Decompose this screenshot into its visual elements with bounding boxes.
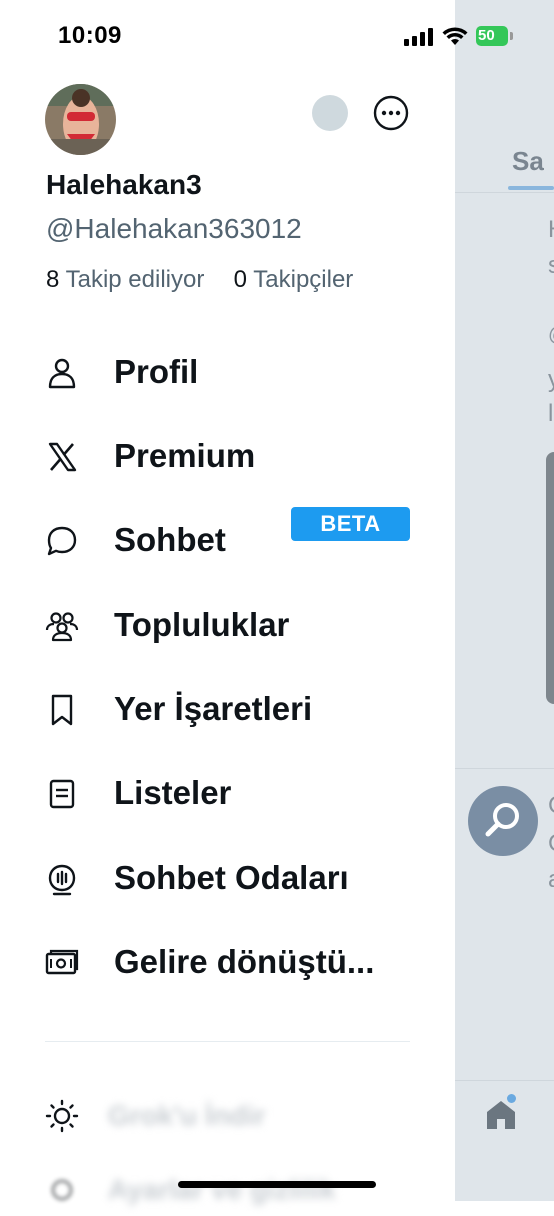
switch-account-button[interactable] [312,95,348,131]
wifi-icon [442,27,468,45]
menu-label: Gelire dönüştü... [114,943,375,980]
divider [45,1041,410,1042]
following-count: 8 [46,266,60,293]
post-text-fragment: y [548,366,554,393]
post-text-fragment: s [548,252,554,279]
menu-item-lists[interactable]: Listeler [40,762,420,826]
beta-badge: BETA [291,507,410,541]
more-options-icon[interactable] [373,95,409,131]
following-label: Takip ediliyor [65,266,205,293]
side-drawer: Halehakan3 @Halehakan363012 8 Takip edil… [0,0,455,1205]
status-bar: 10:09 50 [0,0,554,72]
post-text-fragment: C [548,830,554,858]
settings-icon [51,1179,73,1201]
menu-label: Premium [114,437,256,474]
clock: 10:09 [58,22,122,49]
menu-item-spaces[interactable]: Sohbet Odaları [40,847,420,911]
timeline-tab: Sa [512,146,544,176]
following-link[interactable]: 8 Takip ediliyor [46,266,211,293]
home-indicator[interactable] [178,1181,376,1188]
divider [455,192,554,193]
display-name[interactable]: Halehakan3 [46,169,202,201]
menu-item-download-grok[interactable]: Grok'u İndir [40,1092,420,1142]
sun-icon [45,1099,79,1133]
post-text-fragment: a [548,866,554,894]
search-icon [485,803,519,837]
menu-item-premium[interactable]: Premium [40,425,420,489]
spaces-icon [48,864,76,896]
cellular-signal-icon [404,28,434,46]
menu-item-bookmarks[interactable]: Yer İşaretleri [40,678,420,742]
post-avatar [468,786,538,856]
menu-item-monetization[interactable]: Gelire dönüştü... [40,931,420,995]
list-icon [49,779,75,809]
battery-level: 50 [478,27,495,44]
followers-label: Takipçiler [253,266,354,293]
menu-label: Grok'u İndir [108,1100,266,1131]
tab-indicator [508,186,554,190]
followers-link[interactable]: 0 Takipçiler [234,266,354,293]
home-icon[interactable] [484,1098,518,1132]
monetization-icon [45,949,79,975]
followers-count: 0 [233,266,248,293]
post-text-fragment: l [548,400,554,427]
user-handle[interactable]: @Halehakan363012 [46,213,302,245]
menu-label: Sohbet Odaları [114,859,349,896]
post-text-fragment: H [548,216,554,244]
x-logo-icon [48,442,77,472]
chat-bubble-icon [47,526,77,556]
bookmark-icon [51,694,73,726]
timeline-overlay[interactable] [455,0,554,1200]
divider [455,768,554,769]
menu-label: Listeler [114,774,232,811]
menu-label: Topluluklar [114,606,290,643]
menu-item-profile[interactable]: Profil [40,341,420,405]
menu-item-communities[interactable]: Topluluklar [40,594,420,658]
battery-icon: 50 [476,26,516,46]
communities-icon [45,612,79,642]
notification-dot [507,1094,516,1103]
menu-label: Profil [114,353,199,390]
menu-label: Yer İşaretleri [114,690,313,727]
post-text-fragment: @ [548,324,554,347]
menu-label: Sohbet [114,521,226,558]
menu-item-settings[interactable]: Ayarlar ve gizlilik [40,1166,420,1216]
follow-stats: 8 Takip ediliyor 0 Takipçiler [46,266,353,294]
person-icon [48,358,76,389]
post-text-fragment: C [548,792,554,820]
avatar[interactable] [45,84,116,155]
post-media [546,452,554,704]
menu-label: Ayarlar ve gizlilik [108,1174,336,1205]
